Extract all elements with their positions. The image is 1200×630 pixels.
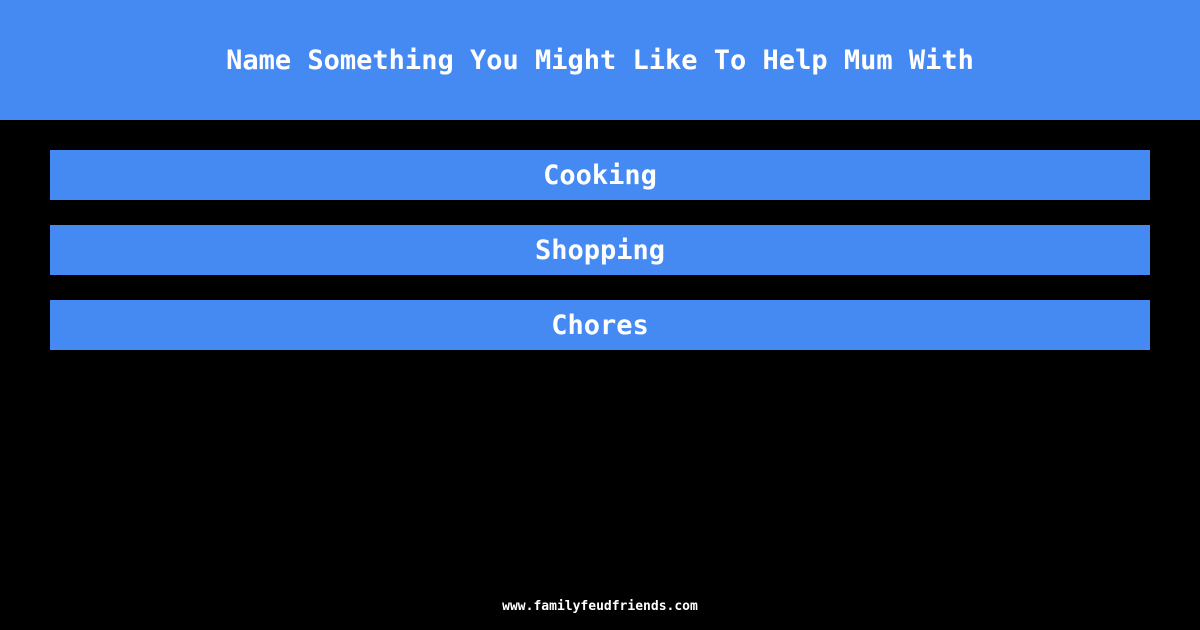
answer-bar-1: Cooking <box>50 150 1150 200</box>
answer-bar-2: Shopping <box>50 225 1150 275</box>
answer-label: Chores <box>551 309 649 341</box>
question-title: Name Something You Might Like To Help Mu… <box>226 44 974 76</box>
question-header: Name Something You Might Like To Help Mu… <box>0 0 1200 120</box>
site-url: www.familyfeudfriends.com <box>502 599 698 614</box>
answer-bar-3: Chores <box>50 300 1150 350</box>
answer-label: Shopping <box>534 234 666 266</box>
answer-label: Cooking <box>543 159 657 191</box>
